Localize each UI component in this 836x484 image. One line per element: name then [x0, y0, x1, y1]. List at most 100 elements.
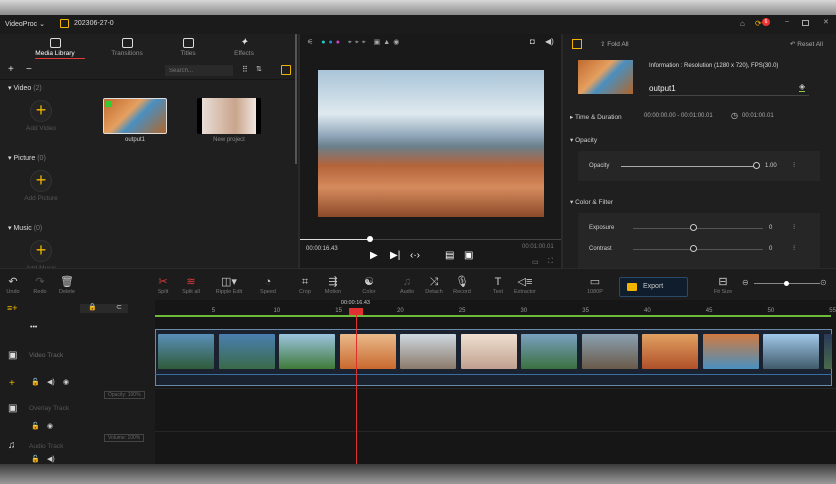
- panel-toggle-icon[interactable]: [281, 65, 291, 75]
- tool-label: Delete: [59, 289, 75, 295]
- add-picture-label: Add Picture: [24, 195, 58, 202]
- time-duration-section[interactable]: ▸ Time & Duration: [570, 113, 622, 121]
- track-lock-icon[interactable]: 🔓: [31, 378, 40, 386]
- tab-label: Media Library: [35, 50, 75, 57]
- divider: [0, 79, 298, 80]
- pip-icon[interactable]: ▭: [532, 258, 539, 266]
- opacity-value[interactable]: 1.00: [765, 163, 777, 169]
- motion-button[interactable]: ⇶ Motion: [316, 276, 350, 295]
- prev-next-frame-button[interactable]: ‹·›: [410, 250, 420, 261]
- maximize-button[interactable]: [802, 20, 809, 26]
- tab-media-library[interactable]: Media Library: [25, 38, 85, 57]
- add-track-icon[interactable]: ≡+: [7, 303, 18, 313]
- add-video-button[interactable]: +: [30, 100, 52, 122]
- opacity-stepper[interactable]: ⁝: [793, 161, 795, 169]
- progress-handle[interactable]: [367, 236, 374, 242]
- current-time: 00:00:16.43: [306, 246, 338, 252]
- track-lock-icon[interactable]: 🔓: [31, 422, 40, 430]
- resolution-button[interactable]: ▭ 1080P: [578, 276, 612, 295]
- zoom-in-icon[interactable]: ⊙: [820, 278, 827, 287]
- notification-badge: 6: [762, 18, 770, 26]
- color-button[interactable]: ☯ Color: [352, 276, 386, 295]
- extractor-button[interactable]: ◁≡ Extractor: [508, 276, 542, 295]
- sort-icon[interactable]: ⇅: [256, 65, 262, 73]
- playhead-handle[interactable]: [348, 308, 363, 315]
- search-input[interactable]: [165, 65, 233, 76]
- magenta-dot-icon[interactable]: ●: [336, 39, 343, 46]
- timer-icon: ◷: [731, 111, 738, 120]
- panel-toggle-icon[interactable]: [572, 39, 582, 49]
- remove-button[interactable]: −: [26, 64, 32, 75]
- track-visibility-icon[interactable]: ◉: [47, 422, 53, 430]
- export-icon: [627, 283, 637, 291]
- timeline-ruler[interactable]: [155, 315, 831, 317]
- total-time: 00:01:00.01: [522, 244, 554, 250]
- more-options-icon[interactable]: •••: [30, 324, 37, 331]
- notification-icon[interactable]: ⟳: [755, 19, 762, 28]
- section-picture[interactable]: ▾ Picture (0): [8, 154, 46, 162]
- ripple-edit-button[interactable]: ◫▾ Ripple Edit: [212, 276, 246, 295]
- fullscreen-icon[interactable]: ⛶: [548, 258, 553, 266]
- record-button[interactable]: 🎙 Record: [445, 276, 479, 295]
- clip-thumbnail: [642, 334, 698, 369]
- add-music-button[interactable]: +: [30, 240, 52, 262]
- lock-icon[interactable]: ⌂: [740, 19, 745, 28]
- volume-icon[interactable]: ◀): [545, 37, 554, 46]
- tab-transitions[interactable]: Transitions: [97, 38, 157, 57]
- progress-fill: [300, 239, 371, 240]
- contrast-slider[interactable]: [633, 249, 763, 250]
- play-segment-button[interactable]: ▶|: [390, 250, 400, 261]
- contrast-value[interactable]: 0: [769, 246, 772, 252]
- track-lock-icon[interactable]: 🔓: [31, 455, 40, 463]
- track-visibility-icon[interactable]: ◉: [63, 378, 69, 386]
- tab-effects[interactable]: ✦ Effects: [214, 38, 274, 58]
- export-button[interactable]: Export: [619, 277, 688, 297]
- snap-magnet-icon[interactable]: ⊂: [116, 303, 122, 311]
- export-frame-button[interactable]: ▣: [464, 250, 473, 261]
- lock-all-icon[interactable]: 🔒: [88, 303, 97, 311]
- close-button[interactable]: ✕: [823, 18, 829, 26]
- preview-tools[interactable]: ⚟ ●●● ⌖⌖⌖ ▣▲◉: [307, 38, 402, 47]
- opacity-slider[interactable]: [621, 166, 758, 167]
- app-menu[interactable]: VideoProc ⌄: [5, 20, 45, 28]
- exposure-value[interactable]: 0: [769, 225, 772, 231]
- fold-all-button[interactable]: ⇪ Fold All: [600, 40, 629, 48]
- media-item-output1[interactable]: [103, 98, 167, 134]
- playhead-line[interactable]: [355, 315, 357, 464]
- section-music[interactable]: ▾ Music (0): [8, 224, 42, 232]
- track-mute-icon[interactable]: ◀): [47, 378, 55, 386]
- grid-view-icon[interactable]: ⠿: [242, 65, 248, 74]
- exposure-slider[interactable]: [633, 228, 763, 229]
- media-item-new-project[interactable]: [197, 98, 261, 134]
- section-video[interactable]: ▾ Video (2): [8, 84, 42, 92]
- library-scrollbar[interactable]: [295, 34, 297, 164]
- fit-size-button[interactable]: ⊟ Fit Size: [706, 276, 740, 295]
- snapshot-icon[interactable]: ◘: [530, 37, 535, 46]
- minimize-button[interactable]: –: [785, 18, 789, 25]
- opacity-section[interactable]: ▾ Opacity: [570, 136, 597, 144]
- opacity-slider-handle[interactable]: [753, 162, 760, 169]
- exposure-slider-handle[interactable]: [690, 224, 697, 231]
- clip-name[interactable]: output1: [649, 84, 676, 93]
- fill-color-icon[interactable]: ◈: [799, 82, 806, 92]
- speed-button[interactable]: ◔ Speed: [251, 276, 285, 295]
- exposure-stepper[interactable]: ⁝: [793, 223, 795, 231]
- reset-all-button[interactable]: ↶ Reset All: [790, 40, 823, 48]
- ruler-tick-label: 55: [829, 308, 836, 314]
- delete-button[interactable]: 🗑 Delete: [50, 276, 84, 295]
- add-picture-button[interactable]: +: [30, 170, 52, 192]
- mark-button[interactable]: ▤: [445, 250, 454, 261]
- tab-titles[interactable]: Titles: [158, 38, 218, 57]
- blue-dot-icon[interactable]: ●: [328, 39, 335, 46]
- play-button[interactable]: ▶: [370, 250, 378, 261]
- color-filter-section[interactable]: ▾ Color & Filter: [570, 198, 613, 206]
- zoom-out-icon[interactable]: ⊖: [742, 278, 749, 287]
- titles-icon: [182, 38, 194, 48]
- zoom-slider-handle[interactable]: [784, 281, 789, 286]
- add-track-button[interactable]: +: [9, 378, 15, 389]
- track-mute-icon[interactable]: ◀): [47, 455, 55, 463]
- contrast-slider-handle[interactable]: [690, 245, 697, 252]
- split-all-button[interactable]: ≋ Split all: [174, 276, 208, 295]
- contrast-stepper[interactable]: ⁝: [793, 244, 795, 252]
- add-button[interactable]: +: [8, 64, 14, 75]
